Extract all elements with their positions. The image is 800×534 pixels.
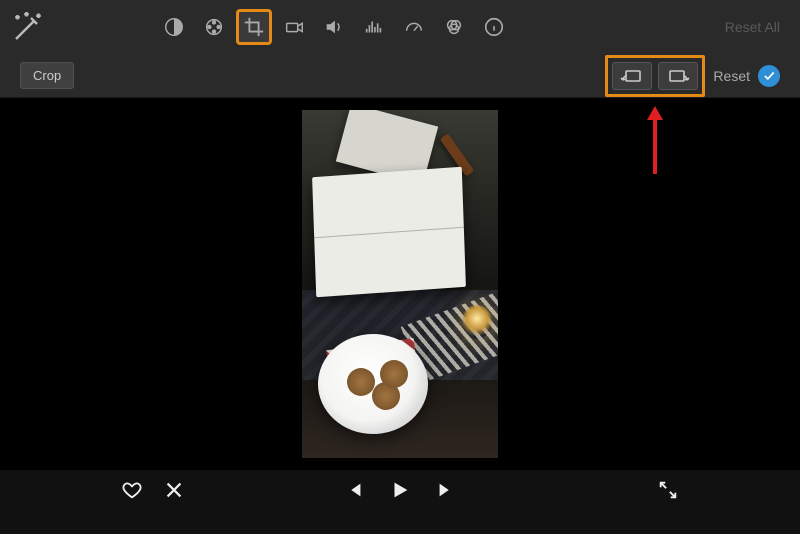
crop-right-controls: Reset — [605, 55, 780, 97]
play-icon — [389, 479, 411, 501]
stabilization-icon — [283, 16, 305, 38]
stabilization-button[interactable] — [276, 9, 312, 45]
rotate-clockwise-icon — [666, 68, 690, 84]
auto-enhance-button[interactable] — [10, 9, 46, 45]
reject-icon — [163, 479, 185, 501]
fullscreen-button[interactable] — [656, 478, 680, 502]
apply-check-icon — [762, 69, 776, 83]
auto-enhance-icon — [10, 9, 46, 45]
color-balance-icon — [163, 16, 185, 38]
color-balance-button[interactable] — [156, 9, 192, 45]
rotate-clockwise-button[interactable] — [658, 62, 698, 90]
fullscreen-icon — [657, 479, 679, 501]
noise-reduction-button[interactable] — [356, 9, 392, 45]
color-correction-icon — [203, 16, 225, 38]
play-button[interactable] — [388, 478, 412, 502]
favorite-icon — [121, 479, 143, 501]
apply-button[interactable] — [758, 65, 780, 87]
toolbar-icons — [156, 9, 512, 45]
rotate-counterclockwise-button[interactable] — [612, 62, 652, 90]
noise-reduction-icon — [363, 16, 385, 38]
previous-frame-button[interactable] — [342, 478, 366, 502]
reset-all-button[interactable]: Reset All — [725, 19, 790, 35]
reject-button[interactable] — [162, 478, 186, 502]
reset-button[interactable]: Reset — [713, 68, 750, 84]
crop-toolbar: Crop Reset — [0, 54, 800, 98]
top-toolbar: Reset All — [0, 0, 800, 54]
speed-icon — [403, 16, 425, 38]
playback-bar — [120, 470, 680, 510]
info-button[interactable] — [476, 9, 512, 45]
rotate-buttons-highlight — [605, 55, 705, 97]
preview-viewport[interactable] — [0, 98, 800, 470]
previous-frame-icon — [343, 479, 365, 501]
volume-button[interactable] — [316, 9, 352, 45]
crop-button[interactable] — [236, 9, 272, 45]
crop-mode-button[interactable]: Crop — [20, 62, 74, 89]
color-filters-button[interactable] — [436, 9, 472, 45]
speed-button[interactable] — [396, 9, 432, 45]
color-correction-button[interactable] — [196, 9, 232, 45]
crop-icon — [243, 16, 265, 38]
color-filters-icon — [443, 16, 465, 38]
rotate-counterclockwise-icon — [620, 68, 644, 84]
annotation-arrow — [653, 118, 657, 174]
next-frame-icon — [435, 479, 457, 501]
toolbar-left — [10, 9, 150, 45]
next-frame-button[interactable] — [434, 478, 458, 502]
favorite-button[interactable] — [120, 478, 144, 502]
info-icon — [483, 16, 505, 38]
preview-image — [302, 110, 498, 458]
volume-icon — [323, 16, 345, 38]
